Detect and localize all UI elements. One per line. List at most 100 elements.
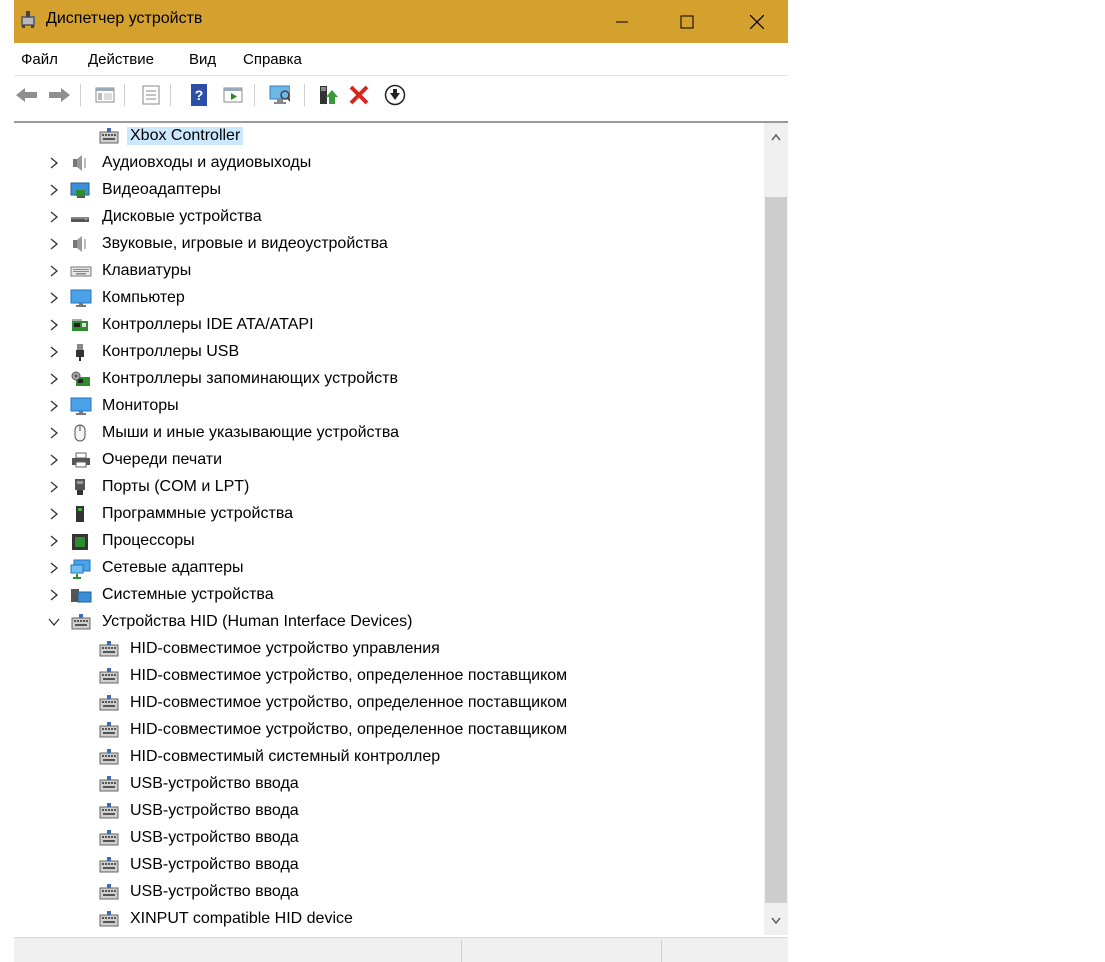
expand-chevron[interactable] — [47, 237, 61, 251]
tree-device-item[interactable]: USB-устройство ввода — [14, 879, 764, 906]
help-button[interactable]: ? — [188, 84, 210, 106]
scroll-up-button[interactable] — [764, 125, 788, 149]
properties-button[interactable] — [140, 84, 162, 106]
tree-category-16[interactable]: Системные устройства — [14, 582, 764, 609]
expand-chevron[interactable] — [47, 210, 61, 224]
tree-category-14[interactable]: Процессоры — [14, 528, 764, 555]
tree-category-label: Мониторы — [102, 397, 179, 414]
tree-category-3[interactable]: Звуковые, игровые и видеоустройства — [14, 231, 764, 258]
tree-device-item[interactable]: HID-совместимое устройство, определенное… — [14, 717, 764, 744]
expand-chevron[interactable] — [47, 264, 61, 278]
tree-category-2[interactable]: Дисковые устройства — [14, 204, 764, 231]
toolbar-separator — [254, 84, 255, 106]
tree-device-item[interactable]: USB-устройство ввода — [14, 852, 764, 879]
tree-category-0[interactable]: Аудиовходы и аудиовыходы — [14, 150, 764, 177]
menu-help[interactable]: Справка — [243, 51, 302, 68]
scrollbar-thumb[interactable] — [765, 197, 787, 903]
tree-category-4[interactable]: Клавиатуры — [14, 258, 764, 285]
close-icon — [750, 14, 764, 29]
maximize-button[interactable] — [664, 0, 710, 43]
tree-category-7[interactable]: Контроллеры USB — [14, 339, 764, 366]
tree-device-item[interactable]: USB-устройство ввода — [14, 798, 764, 825]
monitor-icon — [70, 289, 92, 307]
tree-device-item[interactable]: XINPUT compatible HID device — [14, 906, 764, 933]
chevron-right-icon — [50, 427, 59, 439]
collapse-chevron[interactable] — [47, 615, 61, 629]
chevron-down-icon — [48, 618, 60, 627]
disk-drive-icon — [70, 208, 90, 226]
chevron-right-icon — [50, 589, 59, 601]
tree-category-9[interactable]: Мониторы — [14, 393, 764, 420]
hid-device-icon — [98, 640, 119, 658]
vertical-scrollbar[interactable] — [764, 123, 788, 935]
tree-category-6[interactable]: Контроллеры IDE ATA/ATAPI — [14, 312, 764, 339]
tree-category-label: Контроллеры IDE ATA/ATAPI — [102, 316, 314, 333]
tree-device-item[interactable]: HID-совместимое устройство, определенное… — [14, 663, 764, 690]
scan-hardware-button[interactable] — [268, 84, 290, 106]
tree-category-12[interactable]: Порты (COM и LPT) — [14, 474, 764, 501]
tree-category-15[interactable]: Сетевые адаптеры — [14, 555, 764, 582]
window-title: Диспетчер устройств — [46, 10, 203, 27]
expand-chevron[interactable] — [47, 156, 61, 170]
menu-view[interactable]: Вид — [189, 51, 216, 68]
tree-category-1[interactable]: Видеоадаптеры — [14, 177, 764, 204]
tree-category-label: Порты (COM и LPT) — [102, 478, 250, 495]
chevron-right-icon — [50, 238, 59, 250]
system-device-icon — [70, 586, 92, 604]
menu-action[interactable]: Действие — [88, 51, 154, 68]
close-button[interactable] — [734, 0, 780, 43]
expand-chevron[interactable] — [47, 480, 61, 494]
expand-chevron[interactable] — [47, 561, 61, 575]
hid-device-icon — [98, 802, 119, 820]
tree-device-item[interactable]: HID-совместимое устройство, определенное… — [14, 690, 764, 717]
update-driver-button[interactable] — [316, 84, 338, 106]
tree-device-item[interactable]: HID-совместимый системный контроллер — [14, 744, 764, 771]
tree-category-label: Процессоры — [102, 532, 195, 549]
expand-chevron[interactable] — [47, 345, 61, 359]
tree-device-item[interactable]: USB-устройство ввода — [14, 825, 764, 852]
expand-chevron[interactable] — [47, 453, 61, 467]
chevron-right-icon — [50, 292, 59, 304]
show-hide-tree-button[interactable] — [94, 84, 116, 106]
expand-chevron[interactable] — [47, 372, 61, 386]
tree-category-11[interactable]: Очереди печати — [14, 447, 764, 474]
uninstall-device-button[interactable] — [348, 84, 370, 106]
scroll-down-button[interactable] — [764, 909, 788, 933]
disable-device-button[interactable] — [384, 84, 406, 106]
tree-category-17[interactable]: Устройства HID (Human Interface Devices) — [14, 609, 764, 636]
tree-category-label: Мыши и иные указывающие устройства — [102, 424, 400, 441]
expand-chevron[interactable] — [47, 291, 61, 305]
expand-chevron[interactable] — [47, 399, 61, 413]
minimize-button[interactable] — [599, 0, 645, 43]
chevron-right-icon — [50, 184, 59, 196]
title-bar[interactable]: Диспетчер устройств — [14, 0, 788, 43]
expand-chevron[interactable] — [47, 534, 61, 548]
tree-category-label: Звуковые, игровые и видеоустройства — [102, 235, 388, 252]
tree-category-5[interactable]: Компьютер — [14, 285, 764, 312]
tree-device-item[interactable]: HID-совместимое устройство управления — [14, 636, 764, 663]
scan-hardware-icon — [269, 85, 290, 104]
tree-category-13[interactable]: Программные устройства — [14, 501, 764, 528]
forward-button[interactable] — [48, 84, 70, 106]
back-button[interactable] — [16, 84, 38, 106]
run-button[interactable] — [222, 84, 244, 106]
keyboard-icon — [70, 262, 92, 280]
tree-device-item[interactable]: USB-устройство ввода — [14, 771, 764, 798]
tree-category-8[interactable]: Контроллеры запоминающих устройств — [14, 366, 764, 393]
device-tree: Xbox Controller Аудиовходы и аудиовыходы… — [14, 123, 764, 935]
menu-file[interactable]: Файл — [21, 51, 58, 68]
hid-device-icon — [98, 856, 119, 874]
run-icon — [223, 87, 243, 103]
tree-category-label: Аудиовходы и аудиовыходы — [102, 154, 312, 171]
help-icon: ? — [191, 84, 207, 106]
show-hide-console-tree-icon — [95, 87, 115, 103]
tree-item-xbox-controller[interactable]: Xbox Controller — [14, 123, 764, 150]
expand-chevron[interactable] — [47, 183, 61, 197]
chevron-right-icon — [50, 562, 59, 574]
tree-category-10[interactable]: Мыши и иные указывающие устройства — [14, 420, 764, 447]
expand-chevron[interactable] — [47, 318, 61, 332]
expand-chevron[interactable] — [47, 507, 61, 521]
expand-chevron[interactable] — [47, 426, 61, 440]
expand-chevron[interactable] — [47, 588, 61, 602]
hid-device-icon — [98, 667, 119, 685]
